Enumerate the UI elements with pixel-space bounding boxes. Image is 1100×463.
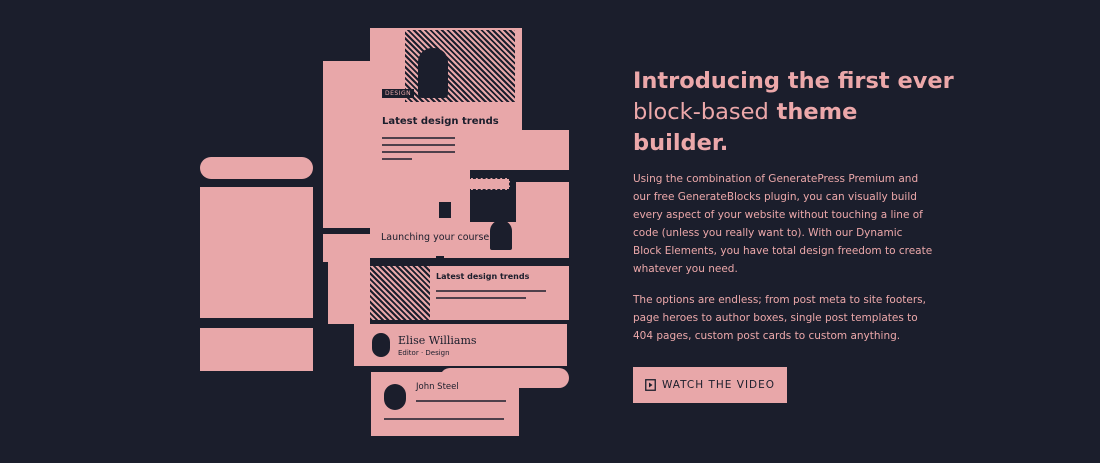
author-avatar [372,333,390,357]
headline-part-2: block-based [633,99,769,125]
play-video-icon [645,379,656,391]
comment-line [416,400,506,402]
excerpt-line [382,158,412,160]
wireframe-sidebar-block [200,187,313,318]
wireframe-footer-block [200,328,313,371]
wireframe-mid-block [370,170,470,228]
author-meta: Editor · Design [398,349,450,357]
excerpt-line [436,290,546,292]
theme-builder-illustration: DESIGN Latest design trends Launching yo… [0,0,600,463]
category-tag: DESIGN [382,89,415,98]
excerpt-line [436,297,526,299]
read-more-button-outline [468,178,510,190]
headline-part-4: builder. [633,130,729,156]
commenter-name: John Steel [416,382,459,392]
course-title: Launching your course [381,232,490,243]
wireframe-right-block [455,130,569,170]
headline-part-3: theme [776,99,858,125]
small-post-title: Latest design trends [436,272,530,281]
wireframe-left-strip-3 [328,258,370,324]
post-title: Latest design trends [382,116,499,127]
comment-line [384,418,504,420]
author-name: Elise Williams [398,334,477,347]
separator-square [436,256,444,264]
wireframe-right-strip [516,182,569,258]
comment-pill [440,368,569,388]
separator-square [439,202,451,218]
hero-headline: Introducing the first ever block-based t… [633,66,963,159]
watch-video-label: WATCH THE VIDEO [661,379,776,391]
watch-video-button[interactable]: WATCH THE VIDEO [633,367,787,403]
featured-image-figure [418,48,448,98]
small-post-thumbnail [370,266,430,320]
intro-paragraph: Using the combination of GeneratePress P… [633,173,933,275]
options-paragraph: The options are endless; from post meta … [633,294,926,342]
wireframe-pill [200,157,313,179]
wireframe-left-strip [323,61,370,228]
course-avatar [490,220,512,250]
headline-part-1: Introducing the first ever [633,68,954,94]
commenter-avatar [384,384,406,410]
